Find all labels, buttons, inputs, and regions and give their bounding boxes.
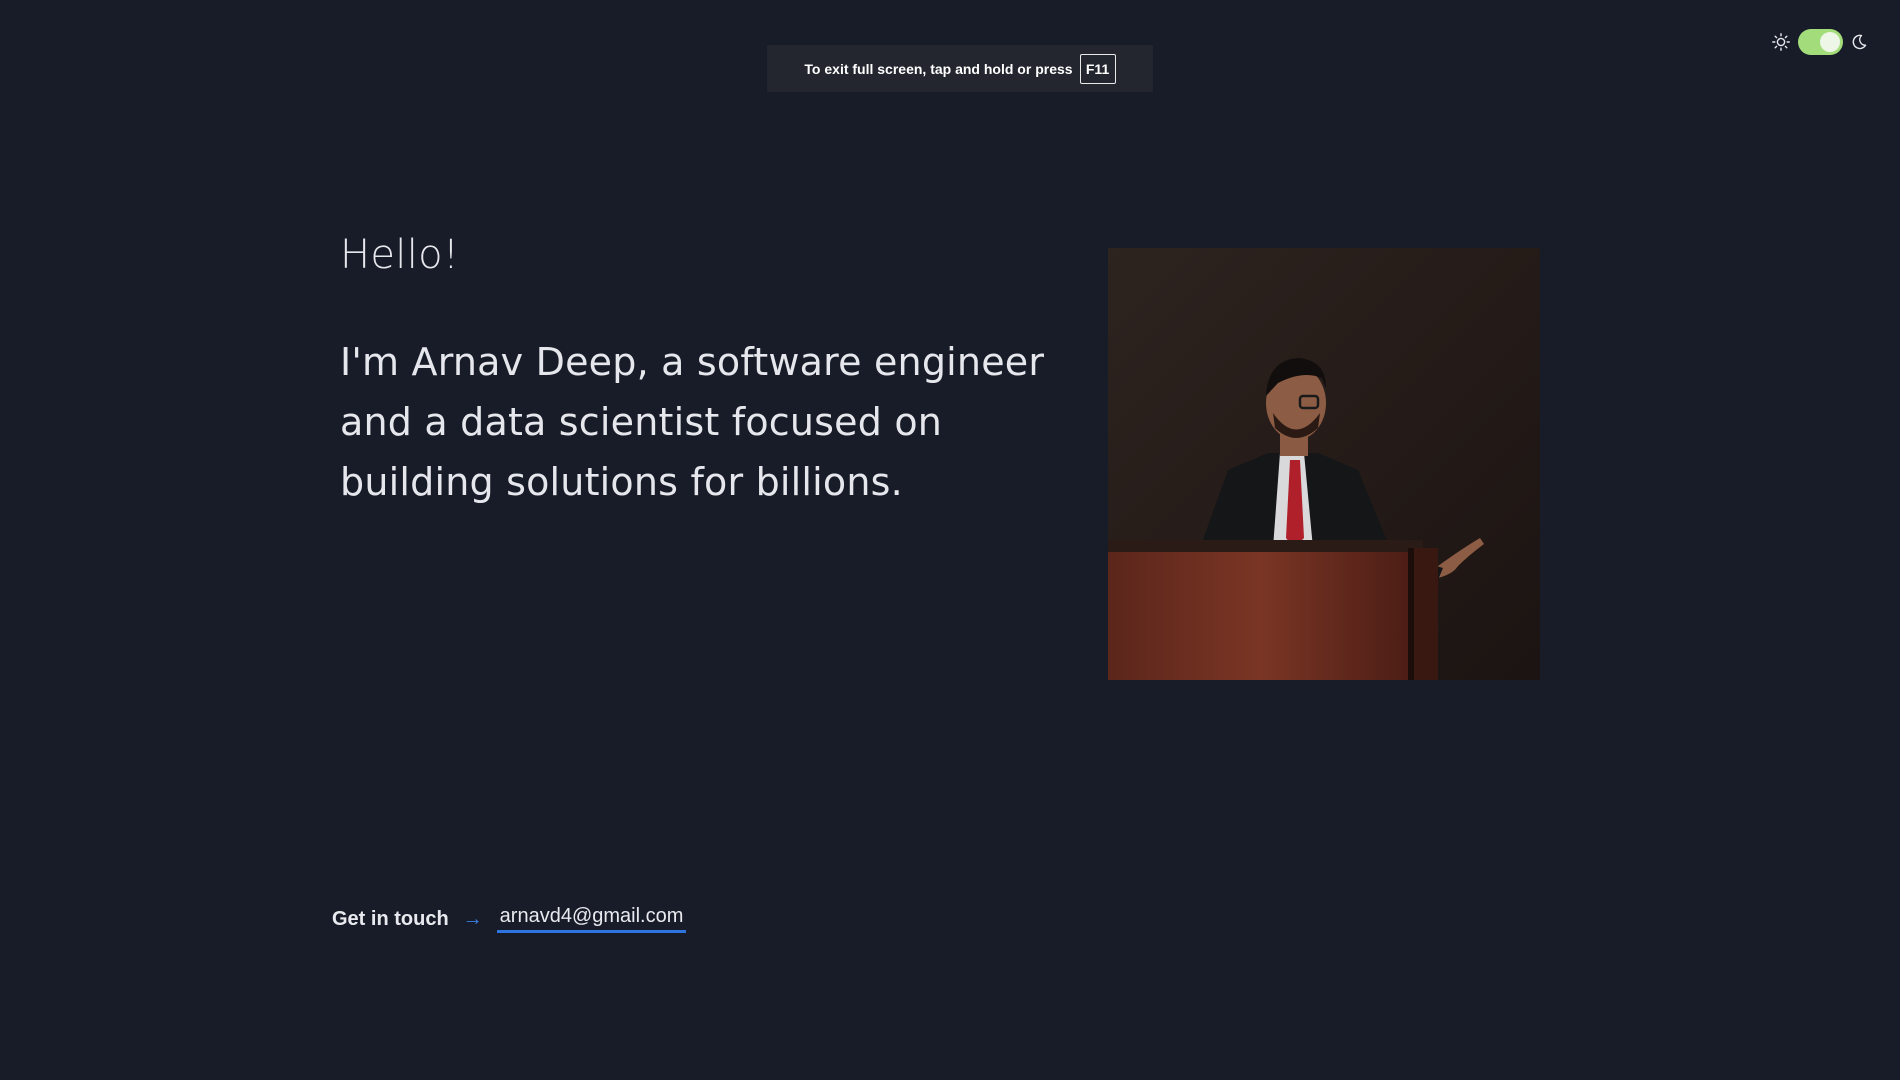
- f11-key-badge: F11: [1079, 53, 1116, 84]
- theme-switch-knob: [1820, 32, 1840, 52]
- moon-icon: [1851, 34, 1867, 50]
- arrow-right-icon: →: [462, 908, 483, 930]
- fullscreen-toast-message: To exit full screen, tap and hold or pre…: [804, 60, 1073, 77]
- greeting-heading: Hello!: [340, 232, 460, 278]
- portrait-photo: [1108, 248, 1540, 680]
- get-in-touch-label: Get in touch: [332, 907, 449, 930]
- theme-switch[interactable]: [1798, 29, 1843, 55]
- theme-toggle: [1772, 29, 1867, 55]
- page: To exit full screen, tap and hold or pre…: [0, 0, 1900, 1080]
- intro-paragraph: I'm Arnav Deep, a software engineer and …: [340, 340, 1045, 504]
- sun-icon: [1772, 33, 1790, 51]
- fullscreen-exit-toast: To exit full screen, tap and hold or pre…: [767, 45, 1153, 92]
- contact-section: Get in touch → arnavd4@gmail.com: [332, 905, 687, 933]
- email-link[interactable]: arnavd4@gmail.com: [496, 905, 687, 933]
